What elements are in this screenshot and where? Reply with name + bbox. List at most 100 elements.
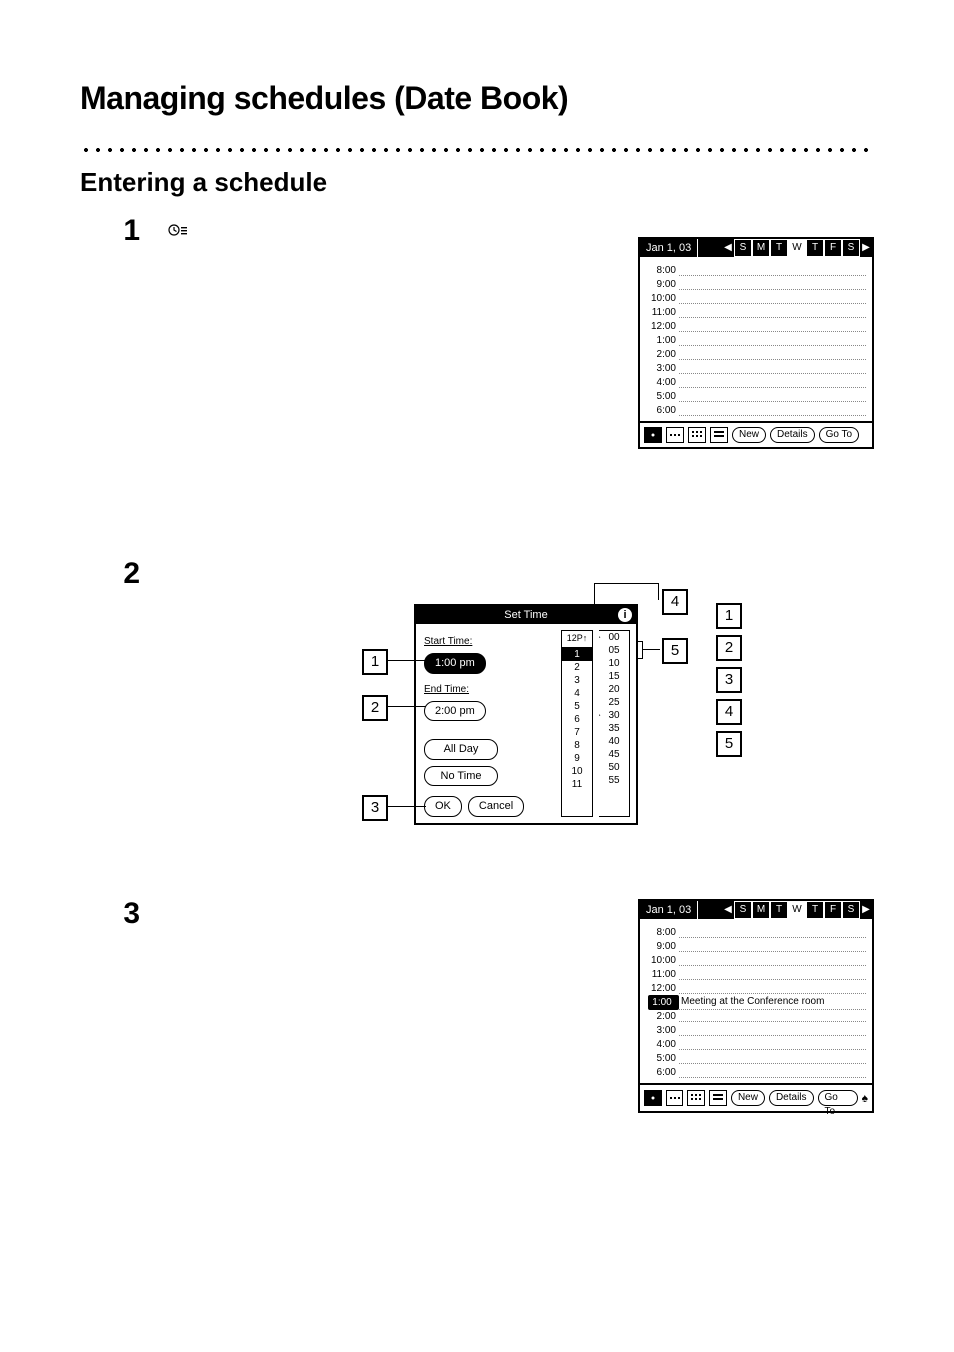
time-slot-label[interactable]: 9:00 [642,277,679,292]
time-slot-label[interactable]: 1:00 [642,333,679,348]
day-mon[interactable]: M [752,901,770,919]
hour-option[interactable]: 4 [562,687,592,700]
minute-option[interactable]: 20 [599,683,629,696]
new-button[interactable]: New [732,427,766,443]
time-slot-line[interactable] [679,293,866,304]
day-sun[interactable]: S [734,901,752,919]
day-tue[interactable]: T [770,239,788,257]
minute-option[interactable]: 15 [599,670,629,683]
time-slot-line[interactable] [679,1039,866,1050]
scroll-up-arrow-icon[interactable]: ♠ [862,1089,868,1107]
time-slot-line[interactable] [679,1067,866,1078]
view-month-icon[interactable] [687,1090,705,1106]
hour-option[interactable]: 7 [562,726,592,739]
day-thu[interactable]: T [806,901,824,919]
time-slot-line[interactable] [679,363,866,374]
no-time-button[interactable]: No Time [424,766,498,787]
day-wed[interactable]: W [788,239,806,257]
info-icon[interactable]: i [618,608,632,622]
time-slot-line[interactable] [679,335,866,346]
time-slot-label[interactable]: 2:00 [642,1009,679,1024]
time-slot-label[interactable]: 6:00 [642,1065,679,1080]
time-slot-label[interactable]: 3:00 [642,1023,679,1038]
hour-option[interactable]: 1 [562,648,592,661]
minute-option[interactable]: 25 [599,696,629,709]
hour-option[interactable]: 6 [562,713,592,726]
time-slot-line[interactable] [679,969,866,980]
hour-option[interactable]: 11 [562,778,592,791]
view-month-icon[interactable] [688,427,706,443]
time-slot-label[interactable]: 12:00 [642,981,679,996]
time-slot-label[interactable]: 5:00 [642,389,679,404]
time-slot-line[interactable] [679,1025,866,1036]
time-slot-line[interactable] [679,1053,866,1064]
day-fri[interactable]: F [824,901,842,919]
start-time-button[interactable]: 1:00 pm [424,653,486,674]
time-slot-label[interactable]: 8:00 [642,925,679,940]
minute-list[interactable]: 00 05 10 15 20 25 30 35 40 45 50 55 [599,630,630,817]
goto-button[interactable]: Go To [818,1090,858,1106]
prev-day-arrow[interactable]: ◀ [722,239,734,257]
time-slot-line[interactable] [679,941,866,952]
hour-option[interactable]: 5 [562,700,592,713]
next-day-arrow[interactable]: ▶ [860,901,872,919]
day-thu[interactable]: T [806,239,824,257]
view-day-icon[interactable] [644,427,662,443]
time-slot-line[interactable] [679,377,866,388]
entry-time[interactable]: 1:00 [648,995,679,1010]
hour-option[interactable]: 9 [562,752,592,765]
view-week-icon[interactable] [666,427,684,443]
day-fri[interactable]: F [824,239,842,257]
time-slot-label[interactable]: 10:00 [642,291,679,306]
minute-option[interactable]: 55 [599,774,629,787]
minute-option[interactable]: 45 [599,748,629,761]
time-slot-line[interactable] [679,279,866,290]
time-slot-line[interactable] [679,349,866,360]
new-button[interactable]: New [731,1090,765,1106]
hour-option[interactable]: 8 [562,739,592,752]
time-slot-line[interactable] [679,405,866,416]
day-mon[interactable]: M [752,239,770,257]
view-agenda-icon[interactable] [709,1090,727,1106]
minute-option[interactable]: 35 [599,722,629,735]
time-slot-label[interactable]: 10:00 [642,953,679,968]
time-slot-line[interactable] [679,321,866,332]
next-day-arrow[interactable]: ▶ [860,239,872,257]
end-time-button[interactable]: 2:00 pm [424,701,486,722]
day-sat[interactable]: S [842,239,860,257]
prev-day-arrow[interactable]: ◀ [722,901,734,919]
time-slot-label[interactable]: 5:00 [642,1051,679,1066]
time-slot-label[interactable]: 3:00 [642,361,679,376]
time-slot-line[interactable] [679,927,866,938]
time-slot-line[interactable] [679,307,866,318]
hour-option[interactable]: 10 [562,765,592,778]
view-day-icon[interactable] [644,1090,662,1106]
minute-option[interactable]: 05 [599,644,629,657]
ok-button[interactable]: OK [424,796,462,817]
minute-option[interactable]: 50 [599,761,629,774]
time-slot-label[interactable]: 9:00 [642,939,679,954]
hour-list[interactable]: 12P↑ 1 2 3 4 5 6 7 8 9 10 11 [561,630,593,817]
details-button[interactable]: Details [770,427,815,443]
time-slot-label[interactable]: 12:00 [642,319,679,334]
minute-option[interactable]: 10 [599,657,629,670]
time-slot-line[interactable] [679,983,866,994]
minute-option[interactable]: 40 [599,735,629,748]
time-slot-label[interactable]: 11:00 [642,305,679,320]
entry-text[interactable]: Meeting at the Conference room [679,994,866,1010]
time-slot-label[interactable]: 6:00 [642,403,679,418]
day-sat[interactable]: S [842,901,860,919]
time-slot-line[interactable] [679,265,866,276]
time-slot-line[interactable] [679,1011,866,1022]
time-slot-label[interactable]: 8:00 [642,263,679,278]
time-slot-label[interactable]: 4:00 [642,375,679,390]
time-slot-label[interactable]: 2:00 [642,347,679,362]
day-wed[interactable]: W [788,901,806,919]
day-sun[interactable]: S [734,239,752,257]
time-slot-line[interactable] [679,391,866,402]
view-week-icon[interactable] [666,1090,684,1106]
details-button[interactable]: Details [769,1090,814,1106]
goto-button[interactable]: Go To [819,427,860,443]
view-agenda-icon[interactable] [710,427,728,443]
day-tue[interactable]: T [770,901,788,919]
